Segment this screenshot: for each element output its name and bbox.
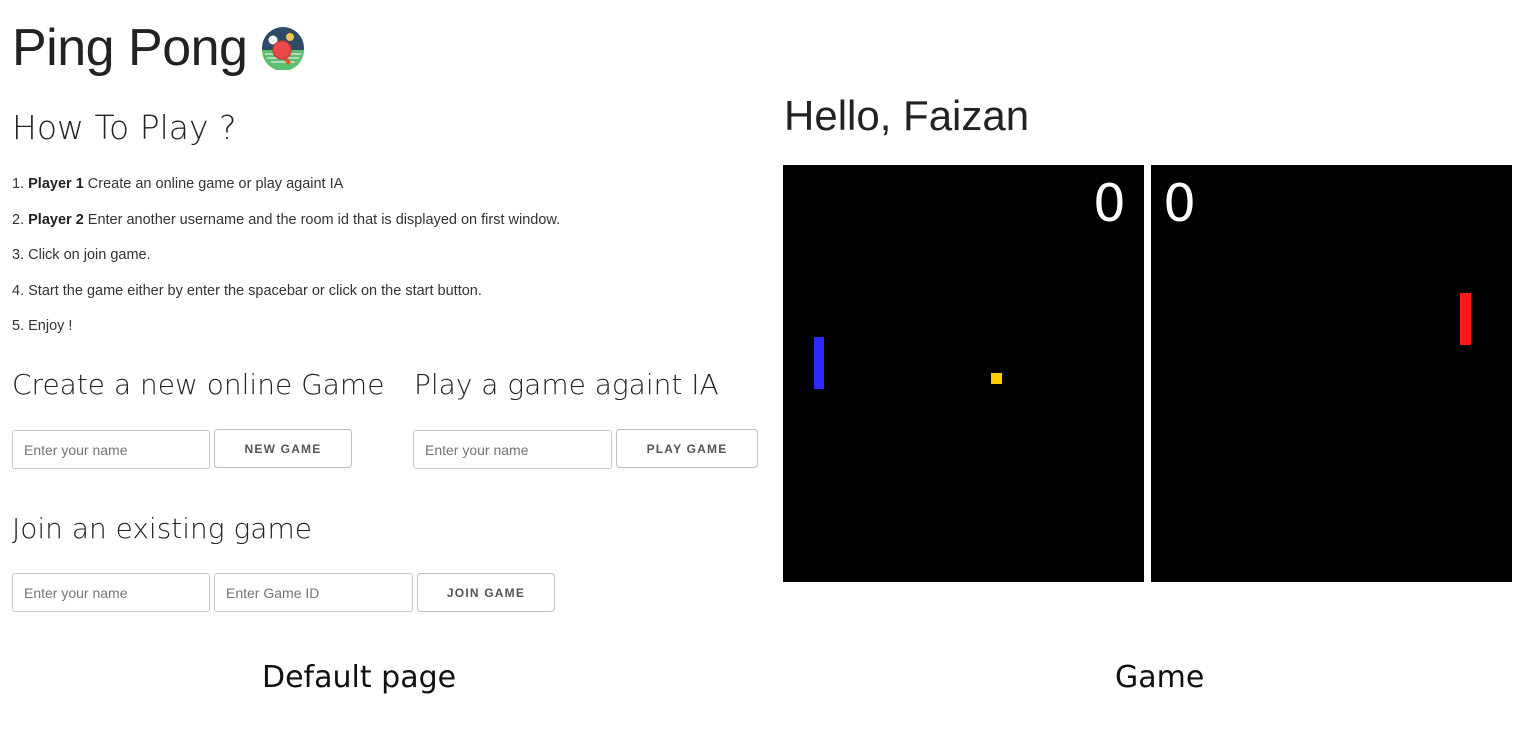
step-player: Player 1 bbox=[28, 176, 84, 192]
left-score: 0 bbox=[1092, 174, 1126, 234]
ball bbox=[991, 373, 1002, 384]
step-player: Player 2 bbox=[28, 211, 84, 228]
ping-pong-paddle-icon bbox=[262, 27, 305, 70]
left-court: 0 bbox=[783, 165, 1144, 582]
step-number: 2. bbox=[12, 211, 25, 228]
step-5: 5. Enjoy ! bbox=[12, 318, 560, 354]
step-text: Enjoy ! bbox=[24, 318, 73, 334]
right-paddle bbox=[1460, 293, 1471, 345]
step-1: 1. Player 1 Create an online game or pla… bbox=[12, 176, 560, 212]
page-title-text: Ping Pong bbox=[12, 19, 248, 77]
caption-default-page: Default page bbox=[262, 660, 457, 695]
how-to-play-steps: 1. Player 1 Create an online game or pla… bbox=[12, 176, 560, 354]
right-court: 0 bbox=[1151, 165, 1512, 582]
step-text: Create an online game or play againt IA bbox=[83, 176, 344, 192]
play-game-button[interactable]: PLAY GAME bbox=[616, 429, 758, 468]
join-game-heading: Join an existing game bbox=[12, 512, 312, 545]
create-game-heading: Create a new online Game bbox=[12, 368, 385, 401]
right-score: 0 bbox=[1163, 174, 1197, 234]
create-name-input[interactable] bbox=[12, 430, 210, 469]
step-4: 4. Start the game either by enter the sp… bbox=[12, 283, 560, 319]
step-number: 4. bbox=[12, 282, 25, 299]
step-text: Start the game either by enter the space… bbox=[24, 282, 482, 299]
play-ia-heading: Play a game againt IA bbox=[414, 368, 719, 401]
ia-name-input[interactable] bbox=[413, 430, 612, 469]
step-2: 2. Player 2 Enter another username and t… bbox=[12, 212, 560, 248]
how-to-play-heading: How To Play ? bbox=[12, 108, 237, 147]
left-paddle bbox=[814, 337, 824, 389]
step-text: Enter another username and the room id t… bbox=[83, 211, 561, 228]
step-number: 5. bbox=[12, 318, 25, 334]
page-title: Ping Pong bbox=[12, 18, 305, 78]
game-id-input[interactable] bbox=[214, 573, 413, 612]
step-3: 3. Click on join game. bbox=[12, 247, 560, 283]
step-number: 3. bbox=[12, 247, 25, 263]
join-game-button[interactable]: JOIN GAME bbox=[417, 573, 555, 612]
step-text: Click on join game. bbox=[24, 247, 151, 263]
new-game-button[interactable]: NEW GAME bbox=[214, 429, 352, 468]
greeting: Hello, Faizan bbox=[784, 92, 1030, 139]
caption-game: Game bbox=[1115, 660, 1205, 695]
step-number: 1. bbox=[12, 176, 25, 192]
join-name-input[interactable] bbox=[12, 573, 210, 612]
